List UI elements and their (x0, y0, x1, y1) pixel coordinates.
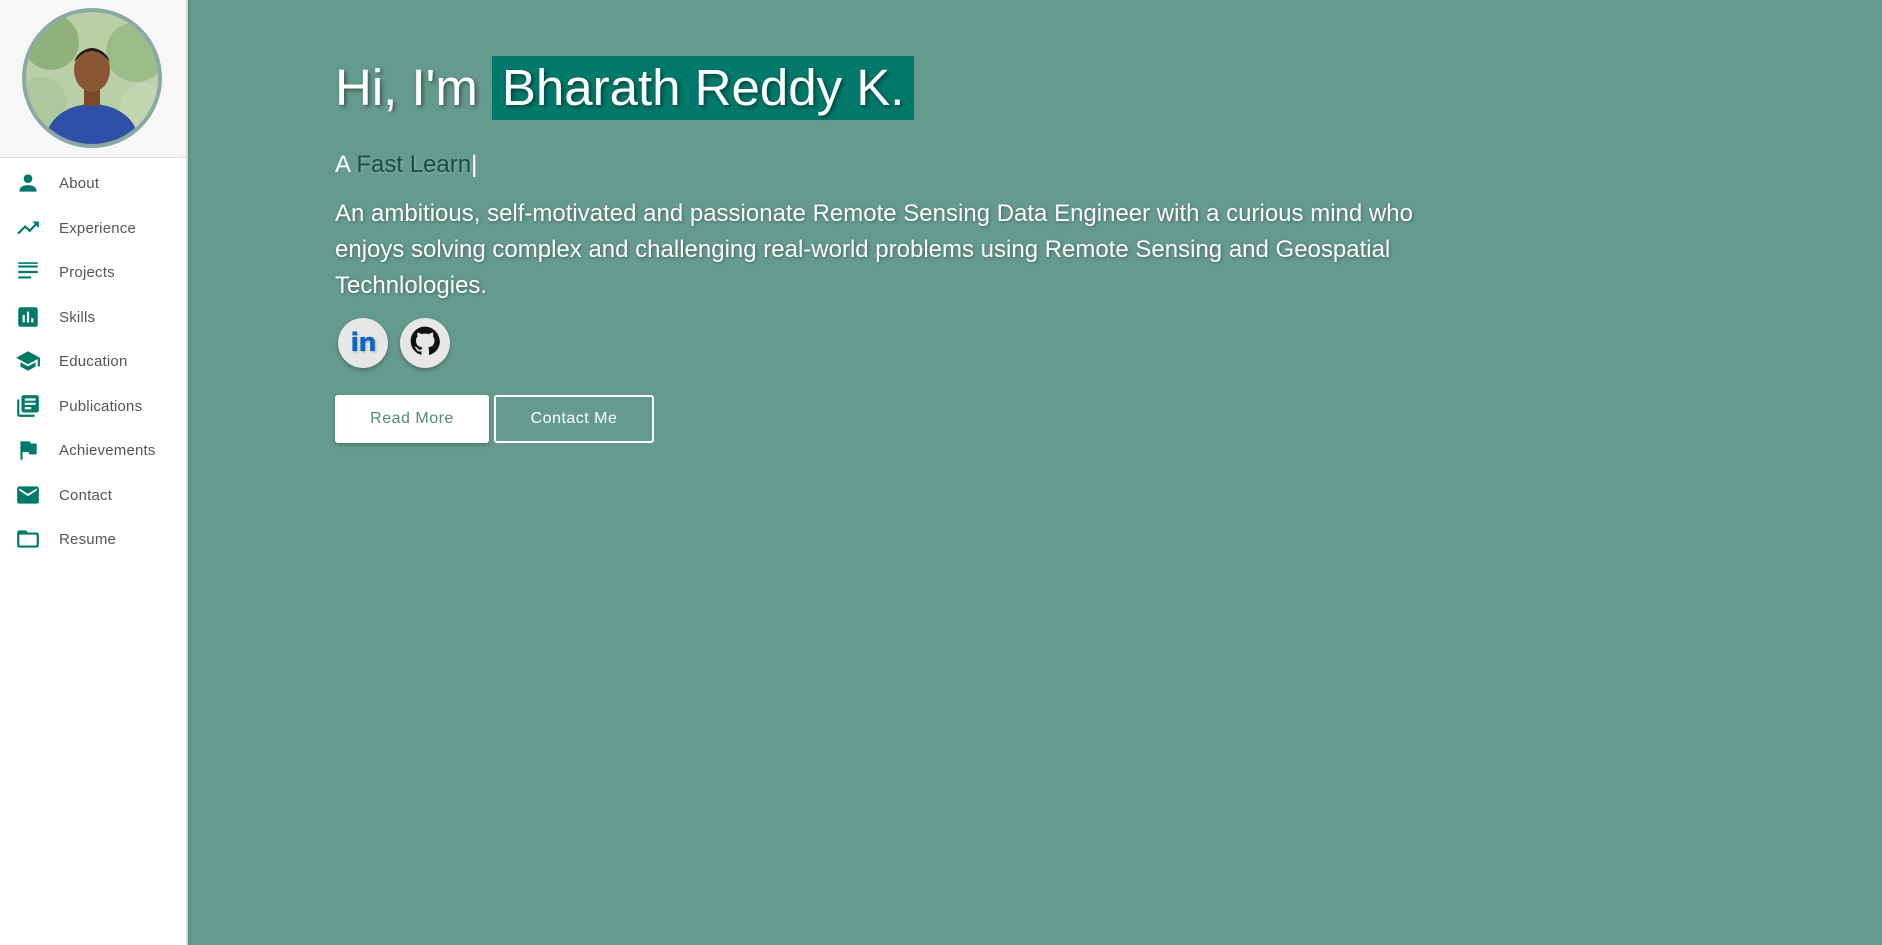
hero-actions: Read More Contact Me (335, 395, 654, 443)
sidebar-item-label: Experience (59, 219, 137, 237)
hero-title: Hi, I'm Bharath Reddy K. (335, 54, 915, 122)
sidebar-item-label: Education (59, 352, 128, 370)
typed-text: Fast Learn (356, 151, 472, 178)
sidebar-item-skills[interactable]: Skills (0, 297, 186, 337)
sidebar: About Experience Projects Skills Educati… (0, 0, 188, 945)
subtitle-prefix: A (335, 151, 350, 178)
sidebar-item-label: Resume (59, 530, 117, 548)
read-more-button[interactable]: Read More (335, 395, 489, 443)
sidebar-item-education[interactable]: Education (0, 341, 186, 381)
sidebar-item-projects[interactable]: Projects (0, 252, 186, 292)
folder-icon (15, 526, 41, 552)
sidebar-item-label: About (59, 174, 100, 192)
sidebar-item-label: Skills (59, 308, 96, 326)
graduation-cap-icon (15, 348, 41, 374)
flag-icon (15, 437, 41, 463)
sidebar-item-label: Achievements (59, 441, 156, 459)
sidebar-item-publications[interactable]: Publications (0, 386, 186, 426)
sidebar-item-label: Projects (59, 263, 115, 281)
sidebar-item-experience[interactable]: Experience (0, 208, 186, 248)
hero-subtitle: A Fast Learn| (335, 151, 477, 179)
sidebar-item-contact[interactable]: Contact (0, 475, 186, 515)
trending-up-icon (15, 215, 41, 241)
github-icon (410, 326, 440, 361)
notes-icon (15, 259, 41, 285)
sidebar-item-label: Contact (59, 486, 113, 504)
hero-bio: An ambitious, self-motivated and passion… (335, 200, 1413, 299)
sidebar-item-achievements[interactable]: Achievements (0, 430, 186, 470)
library-books-icon (15, 393, 41, 419)
avatar (22, 8, 162, 148)
person-icon (15, 170, 41, 196)
github-button[interactable] (400, 318, 450, 368)
linkedin-icon: in (350, 328, 376, 358)
typing-cursor: | (471, 151, 478, 178)
social-links: in (338, 318, 450, 368)
sidebar-item-resume[interactable]: Resume (0, 519, 186, 559)
hero-name: Bharath Reddy K. (491, 56, 915, 120)
linkedin-button[interactable]: in (338, 318, 388, 368)
contact-me-button[interactable]: Contact Me (494, 395, 654, 443)
sidebar-item-about[interactable]: About (0, 163, 186, 203)
hero-section: Hi, I'm Bharath Reddy K. A Fast Learn| A… (335, 0, 1835, 945)
sidebar-item-label: Publications (59, 397, 143, 415)
bar-chart-icon (15, 304, 41, 330)
hero-greeting: Hi, I'm (335, 59, 478, 116)
profile-header (0, 0, 186, 158)
mail-icon (15, 482, 41, 508)
